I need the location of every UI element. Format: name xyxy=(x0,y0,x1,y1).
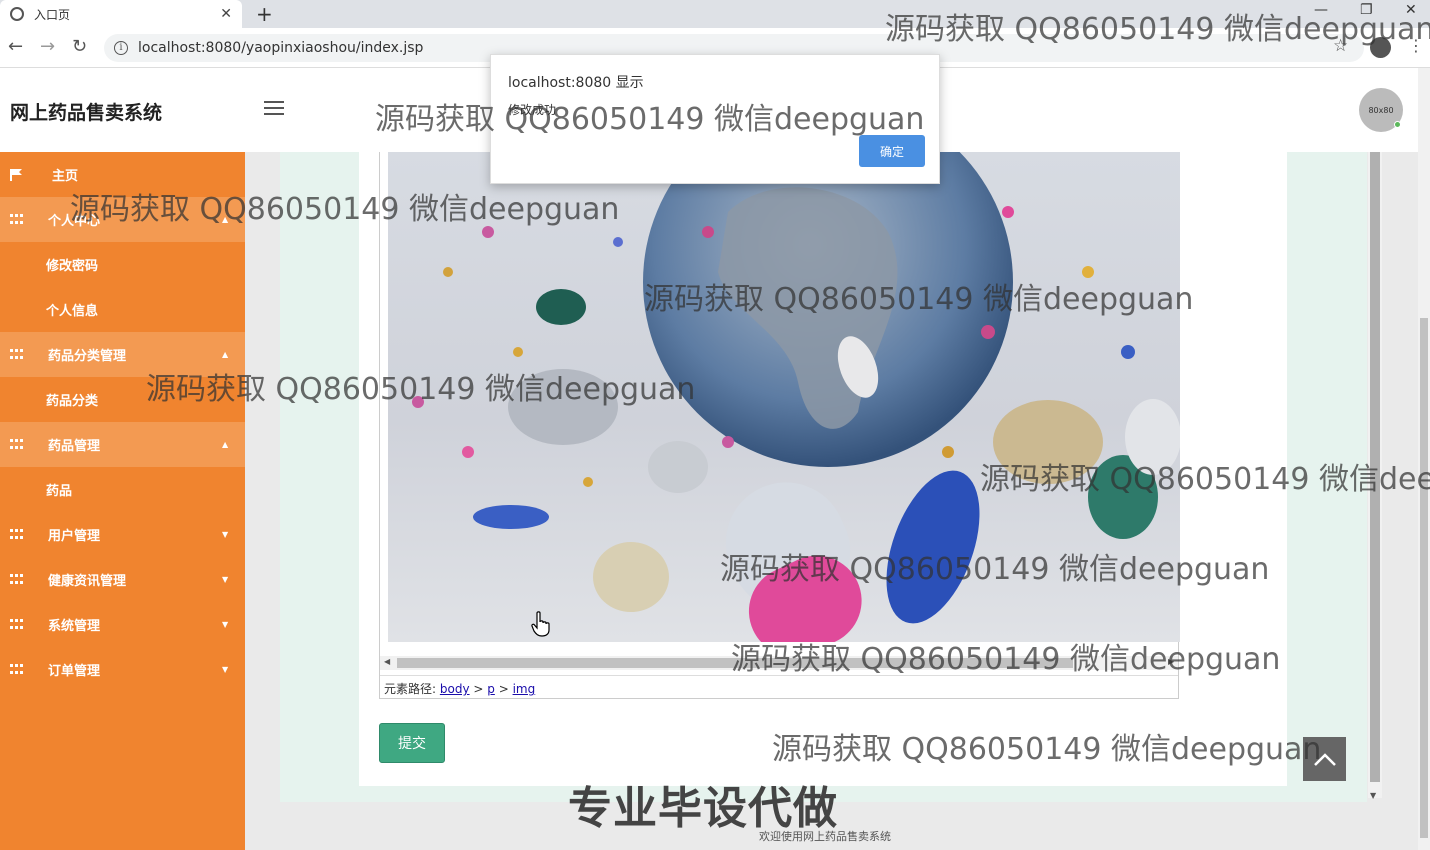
close-tab-icon[interactable]: ✕ xyxy=(220,6,232,22)
path-link-img[interactable]: img xyxy=(513,682,536,696)
info-icon[interactable]: i xyxy=(114,41,128,55)
sidebar-item-drug-mgmt[interactable]: 药品管理 ▲ xyxy=(0,422,245,467)
watermark: 源码获取 QQ86050149 微信deepguan xyxy=(644,282,1194,317)
sidebar-item-change-password[interactable]: 修改密码 xyxy=(0,242,245,287)
watermark: 源码获取 QQ86050149 微信deepguan xyxy=(720,552,1270,587)
reload-icon[interactable]: ↻ xyxy=(72,36,87,57)
scrollbar-thumb[interactable] xyxy=(1420,318,1428,838)
online-status-icon xyxy=(1394,121,1401,128)
sidebar-item-label: 健康资讯管理 xyxy=(48,574,127,589)
sidebar-item-label: 主页 xyxy=(52,169,79,184)
element-path-label: 元素路径: xyxy=(384,682,437,696)
grid-icon xyxy=(10,618,24,631)
new-tab-icon[interactable]: + xyxy=(256,2,273,26)
grid-icon xyxy=(10,438,24,451)
tab-title: 入口页 xyxy=(34,7,71,22)
sidebar-item-label: 用户管理 xyxy=(48,529,101,544)
sidebar-item-label: 药品分类管理 xyxy=(48,349,127,364)
sidebar-item-label: 修改密码 xyxy=(46,259,99,274)
alert-title: localhost:8080 显示 xyxy=(508,75,644,91)
avatar[interactable]: 80x80 xyxy=(1359,88,1403,132)
chevron-down-icon: ▼ xyxy=(222,620,229,629)
scroll-down-icon[interactable]: ▼ xyxy=(1370,791,1376,800)
menu-toggle-icon[interactable] xyxy=(264,101,284,115)
watermark: 源码获取 QQ86050149 微信deepguan xyxy=(980,462,1430,494)
sidebar-item-label: 订单管理 xyxy=(48,664,101,679)
grid-icon xyxy=(10,663,24,676)
chevron-up-icon: ▲ xyxy=(222,440,229,449)
grid-icon xyxy=(10,348,24,361)
chevron-down-icon: ▼ xyxy=(222,530,229,539)
scroll-left-icon[interactable]: ◀ xyxy=(384,657,390,666)
app-title: 网上药品售卖系统 xyxy=(10,102,163,124)
alert-ok-button[interactable]: 确定 xyxy=(859,135,925,167)
sidebar-item-order-mgmt[interactable]: 订单管理 ▼ xyxy=(0,647,245,692)
url-text: localhost:8080/yaopinxiaoshou/index.jsp xyxy=(138,40,424,56)
sidebar-item-label: 药品 xyxy=(46,484,73,499)
forward-icon[interactable]: → xyxy=(40,36,55,57)
sidebar-item-label: 系统管理 xyxy=(48,619,101,634)
globe-icon xyxy=(10,7,24,21)
path-link-body[interactable]: body xyxy=(440,682,470,696)
promo-banner: 专业毕设代做 xyxy=(568,783,838,834)
sidebar-item-label: 药品分类 xyxy=(46,394,99,409)
sidebar-item-health-news-mgmt[interactable]: 健康资讯管理 ▼ xyxy=(0,557,245,602)
hand-cursor-icon xyxy=(531,611,550,637)
chevron-down-icon: ▼ xyxy=(222,575,229,584)
chevron-up-icon: ▲ xyxy=(222,350,229,359)
sidebar-item-drug[interactable]: 药品 xyxy=(0,467,245,512)
watermark: 源码获取 QQ86050149 微信deepguan xyxy=(70,192,620,227)
grid-icon xyxy=(10,573,24,586)
grid-icon xyxy=(10,528,24,541)
watermark: 源码获取 QQ86050149 微信deepguan xyxy=(731,642,1281,677)
watermark: 源码获取 QQ86050149 微信deepguan xyxy=(885,12,1430,47)
watermark: 源码获取 QQ86050149 微信deepguan xyxy=(375,102,925,137)
avatar-label: 80x80 xyxy=(1368,105,1394,115)
sidebar: 主页 个人中心 ▲ 修改密码 个人信息 药品分类管理 ▲ 药品分类 药品管理 ▲… xyxy=(0,152,245,850)
sidebar-item-label: 个人信息 xyxy=(46,304,99,319)
path-link-p[interactable]: p xyxy=(487,682,495,696)
browser-tab[interactable]: 入口页 ✕ xyxy=(0,0,242,28)
flag-icon xyxy=(10,168,24,181)
chevron-down-icon: ▼ xyxy=(222,665,229,674)
watermark-clip: 源码获取 QQ86050149 微信deepguan xyxy=(980,454,1430,494)
submit-button[interactable]: 提交 xyxy=(379,723,445,763)
back-icon[interactable]: ← xyxy=(8,36,23,57)
element-path-bar: 元素路径: body > p > img xyxy=(380,675,1178,698)
watermark: 源码获取 QQ86050149 微信deepguan xyxy=(772,732,1322,767)
sidebar-item-system-mgmt[interactable]: 系统管理 ▼ xyxy=(0,602,245,647)
sidebar-item-personal-info[interactable]: 个人信息 xyxy=(0,287,245,332)
sidebar-item-label: 药品管理 xyxy=(48,439,101,454)
sidebar-item-user-mgmt[interactable]: 用户管理 ▼ xyxy=(0,512,245,557)
grid-icon xyxy=(10,213,24,226)
watermark: 源码获取 QQ86050149 微信deepguan xyxy=(146,372,696,407)
